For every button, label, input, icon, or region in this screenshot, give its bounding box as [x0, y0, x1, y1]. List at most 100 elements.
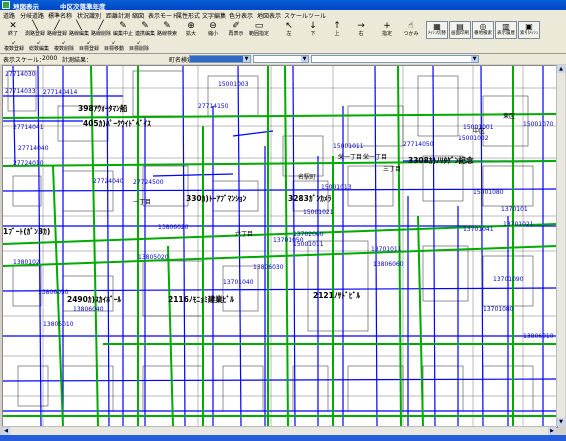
- building-outline: [12, 265, 42, 307]
- major-road: [284, 66, 289, 427]
- address-select[interactable]: ▼: [311, 55, 479, 63]
- road-id-label: 13806010: [523, 333, 554, 340]
- map-svg[interactable]: 27714030 27714033 277140414 27714041 1500100…: [3, 66, 557, 427]
- grab-icon: ☝: [408, 21, 414, 31]
- road-id-label: 27724010: [13, 160, 44, 167]
- road-id-label: 27714050: [403, 141, 434, 148]
- vertical-scrollbar[interactable]: ▲ ▼: [556, 65, 565, 426]
- road-id-label: 13806060: [373, 261, 404, 268]
- scroll-left-icon[interactable]: ◀: [2, 427, 10, 435]
- edit-stop-button[interactable]: ✎ 編集中止: [112, 21, 134, 39]
- pan-up-button[interactable]: ↑ 上: [326, 21, 348, 39]
- menu-item[interactable]: 属性形式: [176, 11, 200, 20]
- horizontal-scrollbar[interactable]: ◀ ▶: [2, 426, 556, 435]
- mesh-switch-button[interactable]: ▦ ﾒｯｼｭ切替: [426, 21, 448, 39]
- major-road: [52, 165, 64, 427]
- exit-button[interactable]: ✕ 終了: [2, 21, 24, 39]
- building-outline: [422, 365, 464, 412]
- secondary-toolbar: ↙複数登録 ↙総数編集 ↙複数削除 ↙目標登録 ↙目標移動 ↙目標削除 cmdT…: [0, 40, 566, 92]
- index-mesh-button[interactable]: ▣ 索引ﾒｯｼｭ: [518, 21, 540, 39]
- road-id-label: 13701080: [483, 306, 514, 313]
- road-id-label: 15001070: [523, 121, 554, 128]
- zoom-out-button[interactable]: ⊖ 縮小: [202, 21, 224, 39]
- menu-item[interactable]: 表示モード: [148, 11, 178, 20]
- road-id-label: 27714040: [18, 145, 49, 152]
- grab-button[interactable]: ☝ つかみ: [400, 21, 422, 39]
- road-id-label: 27714030: [5, 71, 36, 78]
- point-select-button[interactable]: + 指定: [376, 21, 398, 39]
- target-delete-button[interactable]: ↙ 目標削除: [127, 41, 151, 53]
- building-outline: [482, 165, 534, 207]
- route-search-button[interactable]: ✎ 路線検索: [156, 21, 178, 39]
- road-id-label: 13806050: [38, 289, 69, 296]
- linked-edit-button[interactable]: ✎ 連携編集: [134, 21, 156, 39]
- building-outline: [422, 245, 469, 302]
- menu-item[interactable]: 色分表示: [229, 11, 253, 20]
- route-edit-button[interactable]: ╲ 路線編集: [68, 21, 90, 39]
- building-outline: [417, 75, 459, 137]
- road-register-button[interactable]: ╲ 測路登録: [24, 21, 46, 39]
- menu-item[interactable]: 道路: [3, 11, 15, 20]
- minor-road: [152, 173, 234, 177]
- history-icon: ▥: [502, 22, 510, 31]
- range-select-button[interactable]: ▭ 範囲指定: [248, 21, 270, 39]
- scale-label: 表示スケール：: [3, 57, 46, 64]
- place-label: 一丁目: [133, 199, 151, 206]
- road-id-label: 277140414: [43, 89, 78, 96]
- redraw-button[interactable]: ✐ 再表示: [225, 21, 247, 39]
- edit-icon: ✎: [163, 21, 171, 31]
- menu-item[interactable]: スケール: [284, 11, 308, 20]
- menu-item[interactable]: 縮図: [132, 11, 144, 20]
- target-move-button[interactable]: ↙ 目標移動: [102, 41, 126, 53]
- app-icon: [2, 1, 10, 9]
- minor-road: [12, 66, 16, 167]
- pan-left-button[interactable]: ↖ 左: [278, 21, 300, 39]
- block-select[interactable]: ▼: [253, 55, 309, 63]
- town-select[interactable]: ▼: [189, 55, 251, 63]
- minor-road: [432, 66, 436, 427]
- menu-item[interactable]: 標準名称: [48, 11, 72, 20]
- address-search-button[interactable]: ◎ 番地検索: [472, 21, 494, 39]
- pan-down-button[interactable]: ↓ 下: [302, 21, 324, 39]
- road-id-label: 13701041: [463, 226, 494, 233]
- building-label: 1ﾌﾞｰﾄ(ｶﾞﾝ3ｶ): [3, 226, 50, 236]
- pan-right-button[interactable]: → 右: [350, 21, 372, 39]
- building-outline: [292, 365, 329, 412]
- edit-icon: ✎: [119, 21, 127, 31]
- scroll-up-icon[interactable]: ▲: [557, 65, 565, 73]
- range-icon: ▭: [254, 21, 264, 31]
- exit-icon: ✕: [9, 21, 17, 31]
- display-history-button[interactable]: ▥ 表示履歴: [495, 21, 517, 39]
- target-register-button[interactable]: ↙ 目標登録: [77, 41, 101, 53]
- zoom-in-button[interactable]: ⊕ 拡大: [180, 21, 202, 39]
- total-edit-button[interactable]: ↙ 総数編集: [27, 41, 51, 53]
- screen-print-button[interactable]: ▤ 画面印刷: [449, 21, 471, 39]
- place-label: 名駅町: [298, 173, 316, 181]
- road-id-label: 27714150: [198, 103, 229, 110]
- building-outline: [132, 70, 184, 117]
- menu-item[interactable]: 文字編集: [202, 11, 226, 20]
- multi-delete-button[interactable]: ↙ 複数削除: [52, 41, 76, 53]
- place-label: 中区: [473, 127, 485, 135]
- major-road: [417, 215, 424, 427]
- minor-road: [3, 378, 557, 382]
- line-icon: ╲: [76, 21, 82, 31]
- menu-item[interactable]: 分岐道路: [20, 11, 44, 20]
- road-id-label: 13805020: [138, 254, 169, 261]
- menu-item[interactable]: ツール: [308, 11, 326, 20]
- route-register-button[interactable]: ╱ 路線登録: [46, 21, 68, 39]
- menu-item[interactable]: 地図表示: [257, 11, 281, 20]
- scroll-down-icon[interactable]: ▼: [557, 418, 565, 426]
- menu-item[interactable]: 距離計測: [106, 11, 130, 20]
- building-outline: [222, 365, 264, 412]
- multi-register-button[interactable]: ↙ 複数登録: [2, 41, 26, 53]
- road-id-label: 15001021: [303, 209, 334, 216]
- scroll-right-icon[interactable]: ▶: [548, 427, 556, 435]
- map-canvas[interactable]: 27714030 27714033 277140414 27714041 1500100…: [2, 65, 558, 428]
- building-outline: [282, 135, 324, 177]
- arrow-up-icon: ↑: [333, 21, 341, 31]
- chevron-down-icon: ▼: [471, 56, 478, 62]
- route-delete-button[interactable]: ╱ 路線削除: [90, 21, 112, 39]
- road-id-label: 15001002: [458, 135, 489, 142]
- menu-item[interactable]: 状況識別: [77, 11, 101, 20]
